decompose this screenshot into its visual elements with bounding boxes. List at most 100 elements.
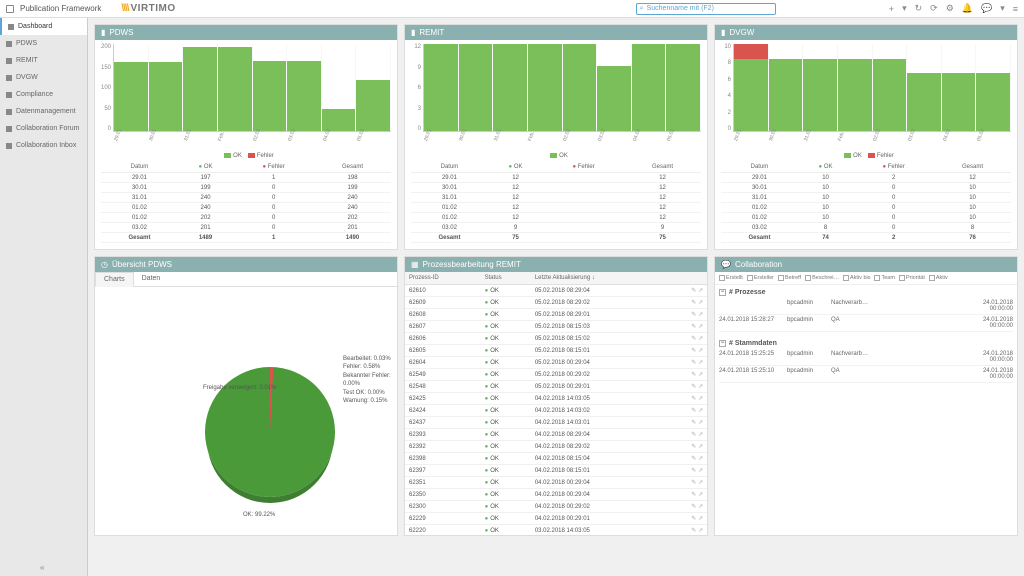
open-icon[interactable]: ↗ — [698, 420, 703, 426]
table-row[interactable]: 62300●OK04.02.2018 00:29:02✎ ↗ — [405, 501, 707, 513]
table-row[interactable]: 62607●OK05.02.2018 08:15:03✎ ↗ — [405, 321, 707, 333]
open-icon[interactable]: ↗ — [698, 360, 703, 366]
table-row[interactable]: 62549●OK05.02.2018 00:29:02✎ ↗ — [405, 369, 707, 381]
sidebar-collapse-icon[interactable]: « — [40, 563, 44, 572]
open-icon[interactable]: ↗ — [698, 492, 703, 498]
topbar-action-icon[interactable]: ⚙ — [946, 3, 954, 14]
open-icon[interactable]: ↗ — [698, 384, 703, 390]
open-icon[interactable]: ↗ — [698, 300, 703, 306]
tab-charts[interactable]: Charts — [95, 272, 134, 287]
table-row[interactable]: 62398●OK04.02.2018 08:15:04✎ ↗ — [405, 453, 707, 465]
column-header[interactable]: Letzte Aktualisierung ↓ — [531, 272, 668, 285]
table-row[interactable]: 62548●OK05.02.2018 00:29:01✎ ↗ — [405, 381, 707, 393]
filter-beschrei…[interactable]: Beschrei… — [805, 275, 839, 281]
edit-icon[interactable]: ✎ — [691, 348, 696, 354]
sidebar-item-datenmanagement[interactable]: Datenmanagement — [0, 103, 87, 120]
edit-icon[interactable]: ✎ — [691, 360, 696, 366]
sidebar-item-compliance[interactable]: Compliance — [0, 86, 87, 103]
filter-erstellt[interactable]: Erstellt — [719, 275, 743, 281]
edit-icon[interactable]: ✎ — [691, 300, 696, 306]
sidebar-item-collaboration-inbox[interactable]: Collaboration Inbox — [0, 137, 87, 154]
open-icon[interactable]: ↗ — [698, 456, 703, 462]
open-icon[interactable]: ↗ — [698, 372, 703, 378]
topbar-action-icon[interactable]: 🔔 — [962, 3, 973, 14]
collab-row[interactable]: 24.01.2018 15:25:25bpcadminNachverarb…24… — [719, 349, 1013, 366]
edit-icon[interactable]: ✎ — [691, 492, 696, 498]
filter-team[interactable]: Team — [874, 275, 894, 281]
open-icon[interactable]: ↗ — [698, 444, 703, 450]
column-header[interactable] — [667, 272, 707, 285]
edit-icon[interactable]: ✎ — [691, 396, 696, 402]
section-header[interactable]: −# Stammdaten — [719, 340, 1013, 347]
table-row[interactable]: 62609●OK05.02.2018 08:29:02✎ ↗ — [405, 297, 707, 309]
table-row[interactable]: 62608●OK05.02.2018 08:29:01✎ ↗ — [405, 309, 707, 321]
edit-icon[interactable]: ✎ — [691, 312, 696, 318]
edit-icon[interactable]: ✎ — [691, 288, 696, 294]
filter-betreff[interactable]: Betreff — [778, 275, 801, 281]
table-row[interactable]: 62351●OK04.02.2018 00:29:04✎ ↗ — [405, 477, 707, 489]
edit-icon[interactable]: ✎ — [691, 372, 696, 378]
edit-icon[interactable]: ✎ — [691, 516, 696, 522]
open-icon[interactable]: ↗ — [698, 432, 703, 438]
sidebar-item-dashboard[interactable]: Dashboard — [0, 18, 87, 35]
edit-icon[interactable]: ✎ — [691, 504, 696, 510]
collab-row[interactable]: 24.01.2018 15:28:27bpcadminQA24.01.20180… — [719, 315, 1013, 332]
open-icon[interactable]: ↗ — [698, 504, 703, 510]
open-icon[interactable]: ↗ — [698, 288, 703, 294]
sidebar-item-collaboration-forum[interactable]: Collaboration Forum — [0, 120, 87, 137]
section-header[interactable]: −# Prozesse — [719, 289, 1013, 296]
table-row[interactable]: 62220●OK03.02.2018 14:03:05✎ ↗ — [405, 525, 707, 536]
sidebar-item-dvgw[interactable]: DVGW — [0, 69, 87, 86]
table-row[interactable]: 62425●OK04.02.2018 14:03:05✎ ↗ — [405, 393, 707, 405]
collapse-icon[interactable]: − — [719, 289, 726, 296]
edit-icon[interactable]: ✎ — [691, 444, 696, 450]
global-search[interactable]: ⌕ Suchenname mit (F2) — [636, 3, 776, 15]
sidebar-item-remit[interactable]: REMIT — [0, 52, 87, 69]
home-icon[interactable] — [6, 5, 14, 13]
table-row[interactable]: 62605●OK05.02.2018 08:15:01✎ ↗ — [405, 345, 707, 357]
collab-row[interactable]: bpcadminNachverarb…24.01.201800:00:00 — [719, 298, 1013, 315]
sidebar-item-pdws[interactable]: PDWS — [0, 35, 87, 52]
edit-icon[interactable]: ✎ — [691, 408, 696, 414]
topbar-action-icon[interactable]: ≡ — [1013, 4, 1018, 14]
table-row[interactable]: 62610●OK05.02.2018 08:29:04✎ ↗ — [405, 285, 707, 297]
open-icon[interactable]: ↗ — [698, 480, 703, 486]
topbar-action-icon[interactable]: 💬 — [981, 3, 992, 14]
edit-icon[interactable]: ✎ — [691, 468, 696, 474]
table-row[interactable]: 62393●OK04.02.2018 08:29:04✎ ↗ — [405, 429, 707, 441]
topbar-action-icon[interactable]: + — [889, 4, 894, 14]
table-row[interactable]: 62424●OK04.02.2018 14:03:02✎ ↗ — [405, 405, 707, 417]
topbar-action-icon[interactable]: ↻ — [915, 3, 923, 14]
topbar-action-icon[interactable]: ▾ — [1000, 3, 1005, 14]
edit-icon[interactable]: ✎ — [691, 480, 696, 486]
open-icon[interactable]: ↗ — [698, 408, 703, 414]
edit-icon[interactable]: ✎ — [691, 528, 696, 534]
table-row[interactable]: 62606●OK05.02.2018 08:15:02✎ ↗ — [405, 333, 707, 345]
open-icon[interactable]: ↗ — [698, 528, 703, 534]
edit-icon[interactable]: ✎ — [691, 432, 696, 438]
filter-ersteller[interactable]: Ersteller — [747, 275, 774, 281]
edit-icon[interactable]: ✎ — [691, 384, 696, 390]
tab-daten[interactable]: Daten — [134, 272, 169, 286]
collab-row[interactable]: 24.01.2018 15:25:10bpcadminQA24.01.20180… — [719, 366, 1013, 383]
open-icon[interactable]: ↗ — [698, 396, 703, 402]
filter-aktiv[interactable]: Aktiv — [929, 275, 948, 281]
topbar-action-icon[interactable]: ▾ — [902, 3, 907, 14]
edit-icon[interactable]: ✎ — [691, 456, 696, 462]
table-row[interactable]: 62604●OK05.02.2018 00:29:04✎ ↗ — [405, 357, 707, 369]
filter-priorität[interactable]: Priorität — [899, 275, 925, 281]
open-icon[interactable]: ↗ — [698, 336, 703, 342]
column-header[interactable]: Status — [481, 272, 531, 285]
table-row[interactable]: 62229●OK04.02.2018 00:29:01✎ ↗ — [405, 513, 707, 525]
open-icon[interactable]: ↗ — [698, 468, 703, 474]
table-row[interactable]: 62437●OK04.02.2018 14:03:01✎ ↗ — [405, 417, 707, 429]
edit-icon[interactable]: ✎ — [691, 336, 696, 342]
table-row[interactable]: 62350●OK04.02.2018 00:29:04✎ ↗ — [405, 489, 707, 501]
open-icon[interactable]: ↗ — [698, 516, 703, 522]
filter-aktiv bis[interactable]: Aktiv bis — [843, 275, 870, 281]
table-row[interactable]: 62397●OK04.02.2018 08:15:01✎ ↗ — [405, 465, 707, 477]
edit-icon[interactable]: ✎ — [691, 420, 696, 426]
topbar-action-icon[interactable]: ⟳ — [930, 3, 938, 14]
open-icon[interactable]: ↗ — [698, 348, 703, 354]
collapse-icon[interactable]: − — [719, 340, 726, 347]
